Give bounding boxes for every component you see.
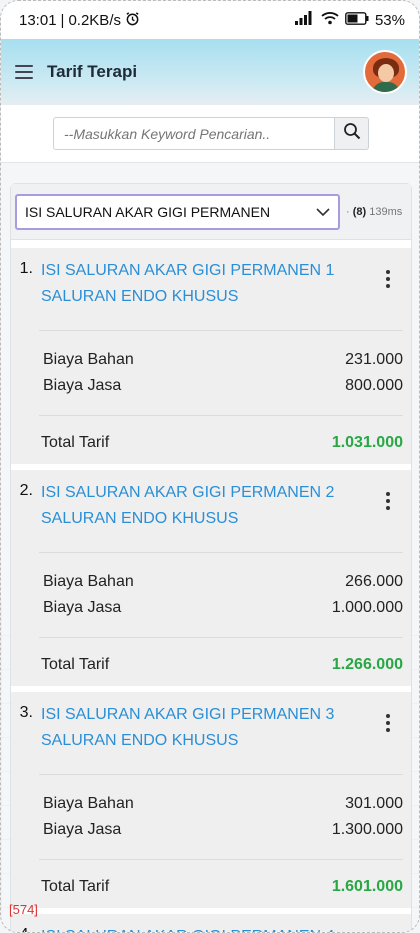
biaya-jasa-value: 1.300.000 <box>331 821 403 838</box>
status-left: 13:01 | 0.2KB/s <box>19 11 140 30</box>
item-number: 3. <box>19 704 33 721</box>
biaya-bahan-value: 301.000 <box>345 795 403 812</box>
total-value: 1.031.000 <box>331 434 403 451</box>
search-input[interactable] <box>53 117 335 150</box>
total-value: 1.266.000 <box>331 656 403 673</box>
list-item: 3. ISI SALURAN AKAR GIGI PERMANEN 3 SALU… <box>11 692 411 908</box>
more-vertical-icon[interactable] <box>377 702 399 754</box>
result-count: (8) <box>352 205 367 218</box>
category-select-value: ISI SALURAN AKAR GIGI PERMANEN <box>25 203 271 220</box>
app-frame: 13:01 | 0.2KB/s 53% Tarif Terapi --Masuk… <box>0 0 420 933</box>
result-meta: · (8) 139ms <box>346 205 403 218</box>
total-label: Total Tarif <box>41 878 110 895</box>
more-vertical-icon[interactable] <box>377 258 399 310</box>
status-speed: 0.2KB/s <box>68 11 121 29</box>
battery-value: 53 <box>374 11 392 29</box>
item-title-link[interactable]: ISI SALURAN AKAR GIGI PERMANEN 2 SALURAN… <box>41 480 377 532</box>
chevron-down-icon <box>316 204 330 220</box>
more-vertical-icon[interactable] <box>377 480 399 532</box>
status-bar: 13:01 | 0.2KB/s 53% <box>1 1 419 39</box>
cost-rows: Biaya Bahan 266.000 Biaya Jasa 1.000.000 <box>39 552 403 637</box>
item-title-link[interactable]: ISI SALURAN AKAR GIGI PERMANEN 1 SALURAN… <box>41 258 377 310</box>
battery-level: 53% <box>374 11 405 29</box>
item-number: 2. <box>19 482 33 499</box>
search-button[interactable] <box>334 117 369 150</box>
signal-icon <box>294 11 315 29</box>
total-label: Total Tarif <box>41 434 110 451</box>
biaya-jasa-label: Biaya Jasa <box>43 377 122 394</box>
alarm-icon <box>125 11 140 30</box>
biaya-bahan-value: 231.000 <box>345 351 403 368</box>
more-vertical-icon[interactable] <box>377 924 399 932</box>
search-icon <box>343 122 361 145</box>
list-item: 4. ISI SALURAN AKAR GIGI PERMANEN 4 <box>11 914 411 932</box>
item-number: 1. <box>19 260 33 277</box>
wifi-icon <box>321 11 339 29</box>
status-right: 53% <box>294 11 405 29</box>
tarif-list: 1. ISI SALURAN AKAR GIGI PERMANEN 1 SALU… <box>11 248 411 932</box>
app-header: Tarif Terapi <box>1 39 419 105</box>
battery-icon <box>345 11 369 29</box>
biaya-bahan-label: Biaya Bahan <box>43 795 134 812</box>
item-title-link[interactable]: ISI SALURAN AKAR GIGI PERMANEN 3 SALURAN… <box>41 702 377 754</box>
total-row: Total Tarif 1.266.000 <box>39 637 403 686</box>
total-row: Total Tarif 1.601.000 <box>39 859 403 908</box>
category-select[interactable]: ISI SALURAN AKAR GIGI PERMANEN <box>15 193 340 230</box>
cost-rows: Biaya Bahan 301.000 Biaya Jasa 1.300.000 <box>39 774 403 859</box>
page-title: Tarif Terapi <box>47 62 138 81</box>
total-value: 1.601.000 <box>331 878 403 895</box>
biaya-bahan-label: Biaya Bahan <box>43 351 134 368</box>
status-separator: | <box>60 11 65 29</box>
status-time: 13:01 <box>19 11 57 29</box>
menu-icon[interactable] <box>15 65 33 79</box>
biaya-bahan-label: Biaya Bahan <box>43 573 134 590</box>
item-title-link[interactable]: ISI SALURAN AKAR GIGI PERMANEN 4 <box>41 924 377 932</box>
biaya-jasa-label: Biaya Jasa <box>43 821 122 838</box>
biaya-jasa-value: 800.000 <box>345 377 403 394</box>
element-index-label: [574] <box>9 902 38 917</box>
search-bar <box>1 105 419 163</box>
list-item: 1. ISI SALURAN AKAR GIGI PERMANEN 1 SALU… <box>11 248 411 464</box>
tarif-list-panel: ISI SALURAN AKAR GIGI PERMANEN · (8) 139… <box>10 183 412 932</box>
query-time: 139ms <box>369 205 403 218</box>
biaya-jasa-label: Biaya Jasa <box>43 599 122 616</box>
total-label: Total Tarif <box>41 656 110 673</box>
avatar[interactable] <box>363 50 407 94</box>
cost-rows: Biaya Bahan 231.000 Biaya Jasa 800.000 <box>39 330 403 415</box>
item-number: 4. <box>15 924 41 932</box>
biaya-jasa-value: 1.000.000 <box>331 599 403 616</box>
biaya-bahan-value: 266.000 <box>345 573 403 590</box>
total-row: Total Tarif 1.031.000 <box>39 415 403 464</box>
list-item: 2. ISI SALURAN AKAR GIGI PERMANEN 2 SALU… <box>11 470 411 686</box>
filter-bar: ISI SALURAN AKAR GIGI PERMANEN · (8) 139… <box>11 184 411 240</box>
